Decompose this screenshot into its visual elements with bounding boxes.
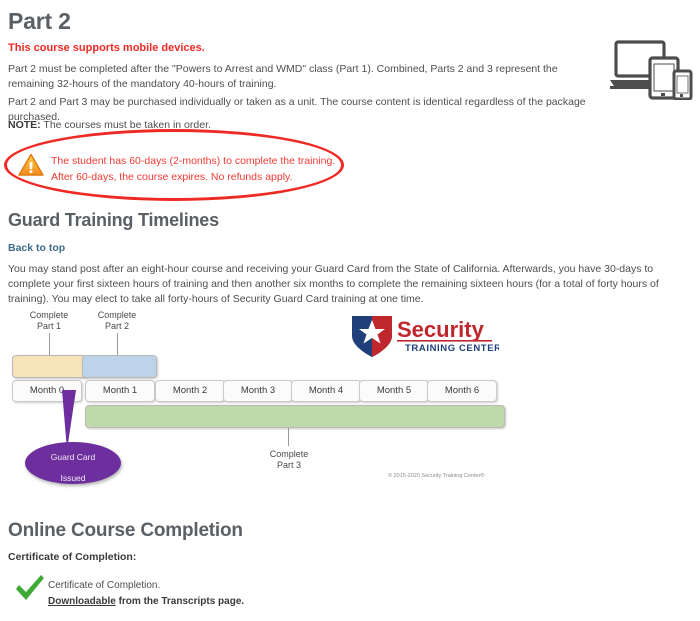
part1-label-line1: Complete bbox=[29, 310, 69, 320]
timeline-month-3: Month 3 bbox=[223, 380, 293, 402]
part1-label-line2: Part 1 bbox=[36, 321, 61, 331]
back-to-top-link[interactable]: Back to top bbox=[8, 242, 65, 254]
timeline-month-1: Month 1 bbox=[85, 380, 155, 402]
timeline-month-2: Month 2 bbox=[155, 380, 225, 402]
guard-card-line-2: Issued bbox=[60, 473, 86, 483]
course-page: Part 2 This course supports mobile devic… bbox=[0, 0, 700, 621]
timeline-bar-part-3 bbox=[85, 405, 505, 428]
mobile-support-notice: This course supports mobile devices. bbox=[8, 42, 205, 54]
timeline-month-4: Month 4 bbox=[291, 380, 361, 402]
devices-laptop-tablet-phone-icon bbox=[608, 38, 694, 101]
part3-label-line2: Part 3 bbox=[276, 460, 301, 470]
timelines-heading: Guard Training Timelines bbox=[8, 210, 219, 230]
part2-label-line2: Part 2 bbox=[104, 321, 129, 331]
downloadable-link[interactable]: Downloadable bbox=[48, 596, 116, 607]
timelines-paragraph: You may stand post after an eight-hour c… bbox=[8, 263, 659, 305]
certificate-subheading: Certificate of Completion: bbox=[8, 551, 137, 563]
svg-text:Security: Security bbox=[397, 317, 485, 342]
timeline-month-6: Month 6 bbox=[427, 380, 497, 402]
certificate-item: Certificate of Completion. Downloadable … bbox=[48, 578, 244, 610]
guard-card-line-1: Guard Card bbox=[50, 452, 96, 462]
warning-line-2: After 60-days, the course expires. No re… bbox=[51, 171, 293, 183]
timeline-bar-part-1 bbox=[12, 355, 87, 378]
part2-label-line1: Complete bbox=[97, 310, 137, 320]
warning-triangle-icon bbox=[18, 153, 44, 177]
expiry-warning-callout: The student has 60-days (2-months) to co… bbox=[4, 129, 344, 201]
part3-label-line1: Complete bbox=[269, 449, 309, 459]
certificate-line-1: Certificate of Completion. bbox=[48, 580, 161, 591]
completion-heading: Online Course Completion bbox=[8, 520, 243, 541]
warning-line-1: The student has 60-days (2-months) to co… bbox=[51, 155, 336, 167]
green-check-icon bbox=[14, 573, 46, 603]
certificate-line-2-rest: from the Transcripts page. bbox=[115, 596, 245, 607]
guard-card-issued-callout: Guard Card Issued bbox=[25, 442, 121, 484]
page-title: Part 2 bbox=[8, 8, 71, 34]
svg-text:TRAINING CENTER: TRAINING CENTER bbox=[405, 343, 499, 354]
intro-paragraph-1: Part 2 must be completed after the "Powe… bbox=[8, 63, 558, 90]
timeline-bar-part-2 bbox=[82, 355, 157, 378]
logo-copyright: © 2015-2020 Security Training Center® bbox=[388, 473, 485, 479]
guard-card-callout-tail bbox=[62, 390, 76, 450]
part2-connector-tick bbox=[117, 333, 118, 355]
timeline-month-5: Month 5 bbox=[359, 380, 429, 402]
security-training-center-logo: Security TRAINING CENTER bbox=[349, 314, 501, 362]
part3-connector-tick bbox=[288, 428, 289, 446]
part1-connector-tick bbox=[49, 333, 50, 355]
